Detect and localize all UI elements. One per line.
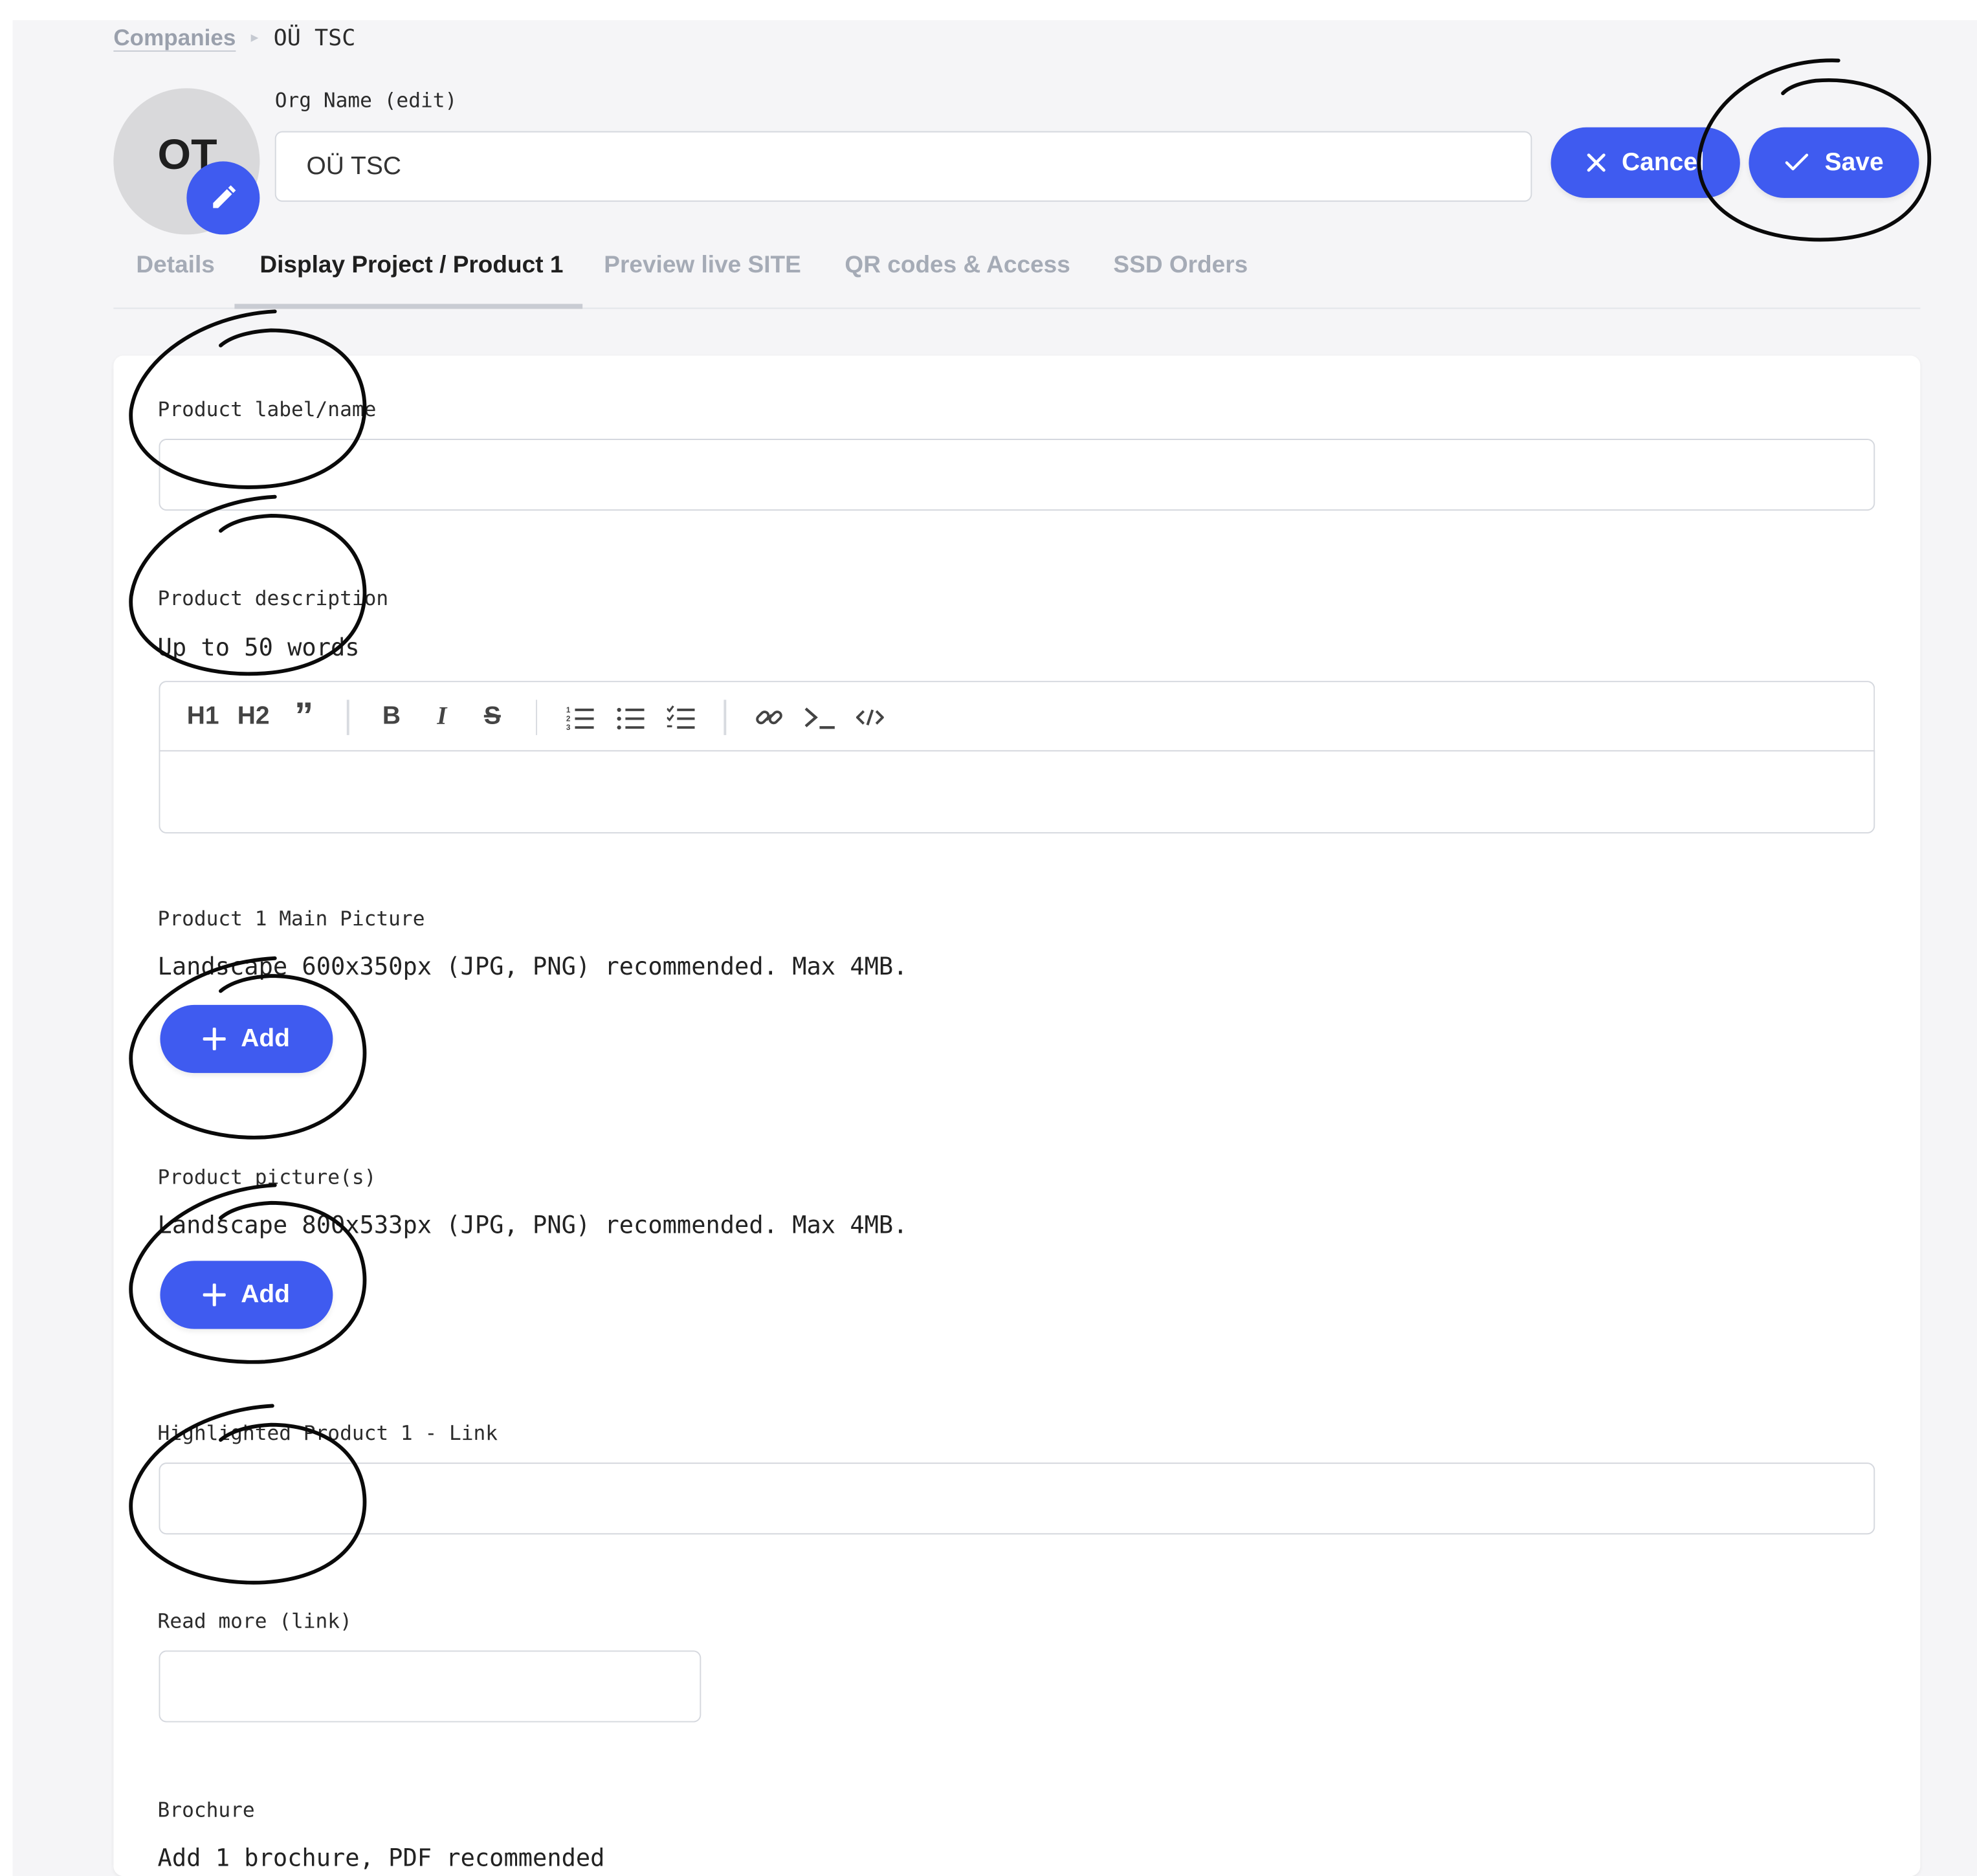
- brochure-label: Brochure: [157, 1798, 255, 1822]
- avatar-edit-button[interactable]: [186, 161, 260, 235]
- bold-icon[interactable]: B: [366, 692, 417, 742]
- plus-icon: [203, 1283, 226, 1307]
- tab-bar: Details Display Project / Product 1 Prev…: [113, 239, 1921, 309]
- heading1-icon[interactable]: H1: [178, 692, 228, 742]
- read-more-input[interactable]: [159, 1650, 701, 1723]
- tab-details[interactable]: Details: [136, 252, 214, 280]
- heading1-glyph: H1: [186, 702, 219, 731]
- add-main-picture-label: Add: [241, 1024, 291, 1052]
- toolbar-divider: [723, 699, 726, 734]
- active-tab-indicator: [234, 303, 583, 309]
- save-button-label: Save: [1824, 148, 1884, 176]
- pencil-icon: [213, 185, 236, 208]
- ordered-list-icon[interactable]: 123: [555, 692, 605, 742]
- svg-text:1: 1: [566, 705, 571, 714]
- heading2-glyph: H2: [237, 702, 270, 731]
- cancel-button-label: Cancel: [1622, 148, 1705, 176]
- highlighted-link-input[interactable]: [159, 1462, 1875, 1535]
- inline-code-icon[interactable]: [844, 692, 894, 742]
- org-name-input[interactable]: OÜ TSC: [274, 131, 1532, 202]
- checkmark-icon: [1785, 153, 1809, 171]
- main-picture-label: Product 1 Main Picture: [157, 906, 425, 931]
- tab-ssd-orders[interactable]: SSD Orders: [1113, 252, 1248, 280]
- product-name-label: Product label/name: [157, 397, 377, 421]
- product-pictures-hint: Landscape 800x533px (JPG, PNG) recommend…: [157, 1211, 908, 1240]
- link-icon[interactable]: [744, 692, 794, 742]
- cancel-button[interactable]: Cancel: [1551, 127, 1740, 198]
- highlighted-link-label: Highlighted Product 1 - Link: [157, 1420, 498, 1445]
- bold-glyph: B: [382, 702, 401, 731]
- add-product-pictures-button[interactable]: Add: [160, 1261, 333, 1329]
- toolbar-divider: [346, 699, 349, 734]
- product-description-label: Product description: [157, 586, 389, 611]
- strikethrough-icon[interactable]: S: [467, 692, 518, 742]
- blockquote-icon[interactable]: ”: [279, 692, 329, 742]
- breadcrumb-separator-icon: ►: [248, 31, 261, 46]
- rich-text-toolbar: H1 H2 ” B I S 123: [159, 681, 1875, 752]
- heading2-icon[interactable]: H2: [228, 692, 279, 742]
- product-name-input[interactable]: [159, 439, 1875, 511]
- italic-glyph: I: [437, 702, 447, 731]
- toolbar-divider: [535, 699, 538, 734]
- product-form-card: [113, 355, 1921, 1876]
- brochure-hint: Add 1 brochure, PDF recommended: [157, 1844, 605, 1873]
- product-pictures-label: Product picture(s): [157, 1165, 377, 1189]
- breadcrumb: Companies ► OÜ TSC: [113, 25, 355, 52]
- svg-text:3: 3: [566, 723, 571, 729]
- code-block-icon[interactable]: [794, 692, 845, 742]
- product-description-hint: Up to 50 words: [157, 634, 360, 662]
- svg-text:2: 2: [566, 714, 571, 723]
- breadcrumb-companies-link[interactable]: Companies: [113, 25, 236, 52]
- tab-display-project[interactable]: Display Project / Product 1: [260, 252, 563, 280]
- breadcrumb-current: OÜ TSC: [273, 25, 356, 52]
- tab-preview-live-site[interactable]: Preview live SITE: [604, 252, 801, 280]
- italic-icon[interactable]: I: [417, 692, 467, 742]
- org-name-label: Org Name (edit): [274, 88, 458, 113]
- bullet-list-icon[interactable]: [605, 692, 656, 742]
- org-name-value: OÜ TSC: [306, 151, 401, 180]
- main-picture-hint: Landscape 600x350px (JPG, PNG) recommend…: [157, 953, 908, 981]
- add-product-pictures-label: Add: [241, 1280, 291, 1308]
- avatar: OT: [113, 88, 260, 235]
- close-icon: [1587, 153, 1606, 172]
- add-main-picture-button[interactable]: Add: [160, 1004, 333, 1074]
- save-button[interactable]: Save: [1749, 127, 1919, 198]
- tab-qr-codes-access[interactable]: QR codes & Access: [845, 252, 1070, 280]
- checklist-icon[interactable]: [656, 692, 706, 742]
- blockquote-glyph: ”: [294, 695, 314, 737]
- strike-glyph: S: [483, 702, 501, 731]
- plus-icon: [203, 1027, 226, 1051]
- read-more-label: Read more (link): [157, 1609, 352, 1633]
- product-description-editor[interactable]: [159, 750, 1875, 833]
